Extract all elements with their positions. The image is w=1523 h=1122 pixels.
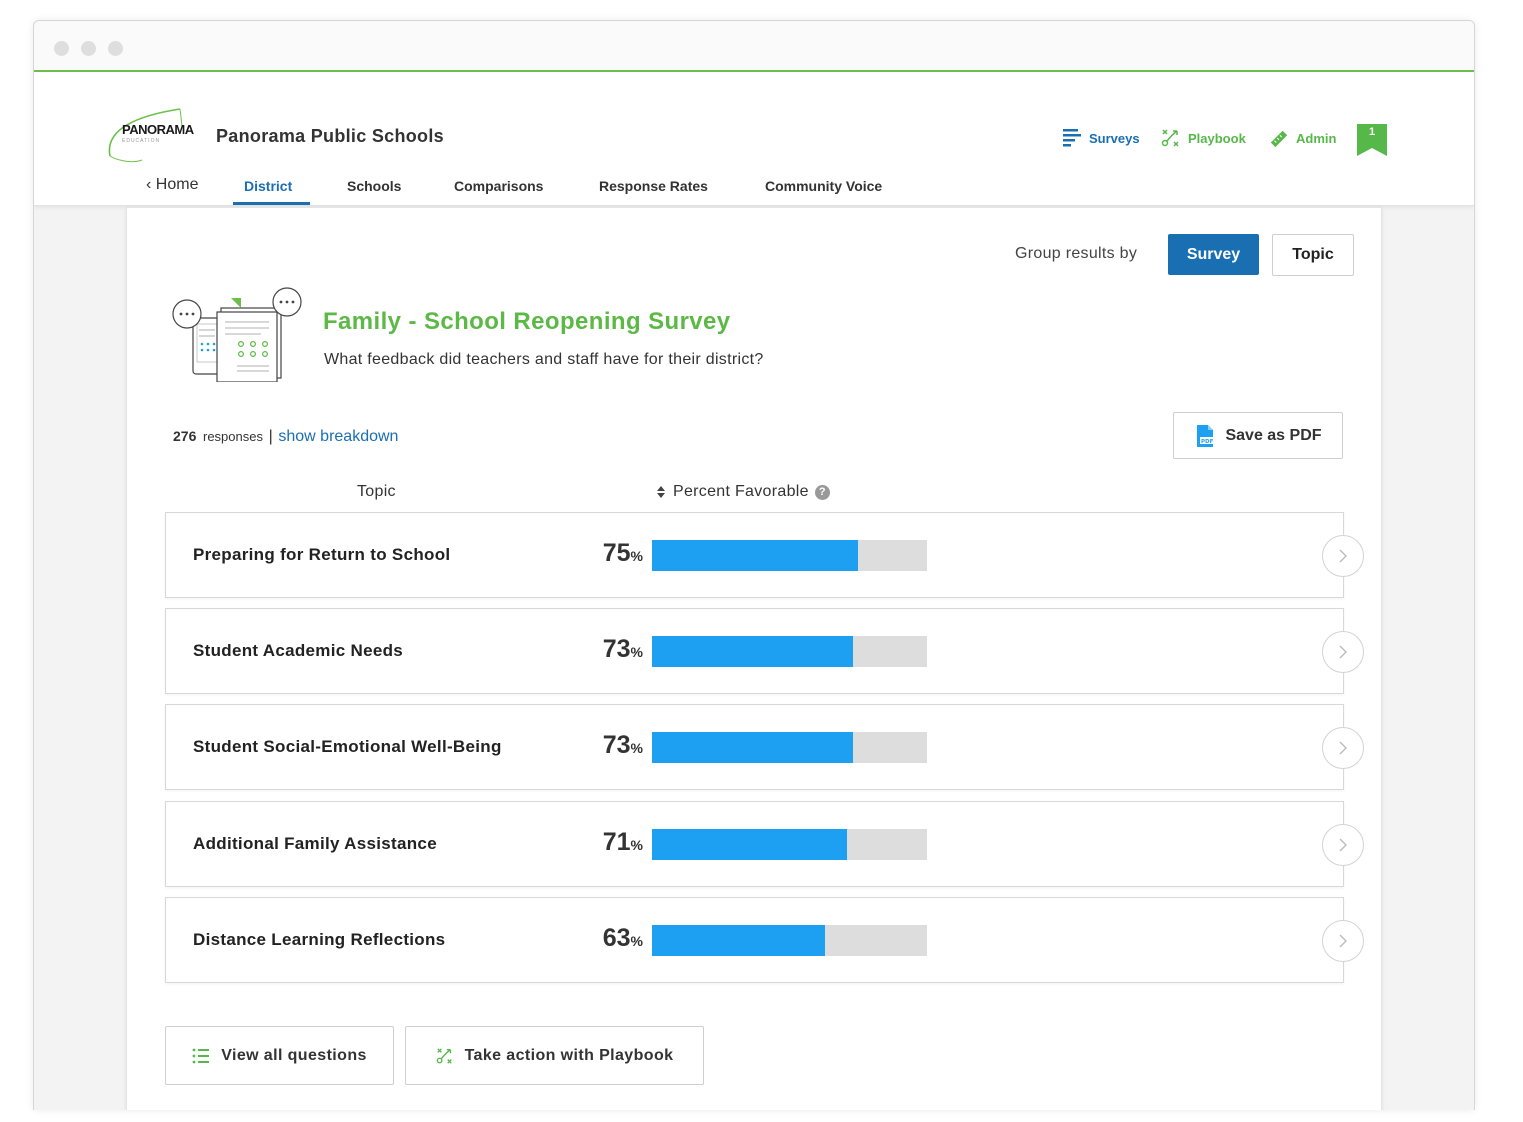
save-pdf-label: Save as PDF [1225,426,1322,444]
topic-percent: 63% [603,924,643,953]
chevron-right-icon[interactable] [1322,631,1364,673]
response-separator: | [268,428,273,445]
response-summary: 276 responses | show breakdown [173,428,398,446]
admin-ruler-icon [1270,130,1288,148]
logo-text: PANORAMA [122,122,194,137]
nav-playbook[interactable]: Playbook [1161,127,1246,149]
playbook-icon [1161,129,1179,147]
chevron-left-icon: ‹ [146,176,152,193]
group-by-topic-button[interactable]: Topic [1272,234,1354,276]
favorable-bar [652,829,927,860]
tab-schools[interactable]: Schools [347,178,401,208]
topic-label: Additional Family Assistance [193,834,437,853]
list-icon [192,1048,210,1063]
topic-row[interactable]: Student Social-Emotional Well-Being 73% [165,704,1364,790]
view-all-questions-button[interactable]: View all questions [165,1026,394,1085]
app-header: PANORAMA EDUCATION Panorama Public Schoo… [34,72,1474,206]
survey-title: Family - School Reopening Survey [323,308,731,335]
topic-percent-value: 63 [602,924,631,952]
nav-admin-label: Admin [1296,130,1337,146]
title-bar [34,21,1474,72]
nav-playbook-label: Playbook [1188,130,1246,146]
favorable-bar-fill [652,925,826,956]
take-action-playbook-button[interactable]: Take action with Playbook [405,1026,704,1085]
favorable-bar-fill [652,540,859,571]
nav-surveys[interactable]: Surveys [1062,127,1140,149]
column-header-topic: Topic [357,483,396,500]
org-name: Panorama Public Schools [216,126,444,146]
view-all-questions-label: View all questions [221,1046,367,1064]
window-maximize-dot[interactable] [108,41,123,56]
topic-row[interactable]: Additional Family Assistance 71% [165,801,1364,887]
topic-percent-value: 71 [602,828,631,856]
topic-label: Student Academic Needs [193,641,404,660]
nav-surveys-label: Surveys [1089,130,1140,146]
favorable-bar [652,925,927,956]
group-by-survey-button[interactable]: Survey [1168,234,1259,275]
sort-icon [657,486,665,498]
survey-question: What feedback did teachers and staff hav… [324,351,764,368]
column-header-percent-favorable[interactable]: Percent Favorable ? [656,483,830,501]
chevron-right-icon[interactable] [1322,535,1364,577]
logo-subtext: EDUCATION [122,138,161,144]
tab-community-voice[interactable]: Community Voice [765,178,882,208]
tab-response-rates[interactable]: Response Rates [599,178,708,208]
topic-label: Preparing for Return to School [193,545,451,564]
svg-text:PDF: PDF [1201,439,1214,445]
chevron-right-icon[interactable] [1322,920,1364,962]
help-icon[interactable]: ? [814,484,830,500]
tab-comparisons[interactable]: Comparisons [454,178,543,208]
chevron-right-icon[interactable] [1322,824,1364,866]
survey-illustration-icon [172,287,302,382]
playbook-icon [436,1047,452,1064]
tab-home-label: Home [155,176,199,193]
percent-sign: % [630,837,643,853]
window-close-dot[interactable] [54,41,69,56]
browser-window: PANORAMA EDUCATION Panorama Public Schoo… [33,20,1475,1110]
topic-percent-value: 73 [602,635,631,663]
results-card: Group results by Survey Topic Family - S… [126,207,1382,1110]
favorable-bar [652,732,927,763]
percent-sign: % [630,644,643,660]
percent-sign: % [630,933,643,949]
favorable-bar [652,540,927,571]
topic-percent: 73% [603,731,643,760]
favorable-bar-fill [652,829,848,860]
topic-row[interactable]: Student Academic Needs 73% [165,608,1364,694]
topic-percent: 71% [603,828,643,857]
active-tab-indicator [233,202,310,205]
favorable-bar [652,636,927,667]
response-count: 276 [173,428,197,444]
topic-percent: 73% [603,635,643,664]
topic-percent-value: 73 [602,731,631,759]
window-minimize-dot[interactable] [81,41,96,56]
topic-percent: 75% [603,539,643,568]
take-action-playbook-label: Take action with Playbook [464,1046,674,1064]
show-breakdown-link[interactable]: show breakdown [278,428,398,445]
save-pdf-button[interactable]: PDF Save as PDF [1173,412,1343,459]
response-label: responses [202,429,263,444]
chevron-right-icon[interactable] [1322,727,1364,769]
topic-row[interactable]: Preparing for Return to School 75% [165,512,1364,598]
pdf-file-icon: PDF [1197,424,1215,447]
favorable-bar-fill [652,732,853,763]
percent-sign: % [630,740,643,756]
nav-admin[interactable]: Admin [1269,127,1336,149]
percent-sign: % [630,548,643,564]
topic-label: Distance Learning Reflections [193,930,446,949]
favorable-bar-fill [652,636,853,667]
group-results-label: Group results by [1015,245,1138,262]
notification-count: 1 [1368,126,1376,138]
percent-favorable-label: Percent Favorable [673,483,809,500]
tab-home[interactable]: ‹ Home [146,176,198,206]
topic-row[interactable]: Distance Learning Reflections 63% [165,897,1364,983]
surveys-icon [1063,129,1081,147]
topic-percent-value: 75 [602,539,631,567]
topic-label: Student Social-Emotional Well-Being [193,737,502,756]
